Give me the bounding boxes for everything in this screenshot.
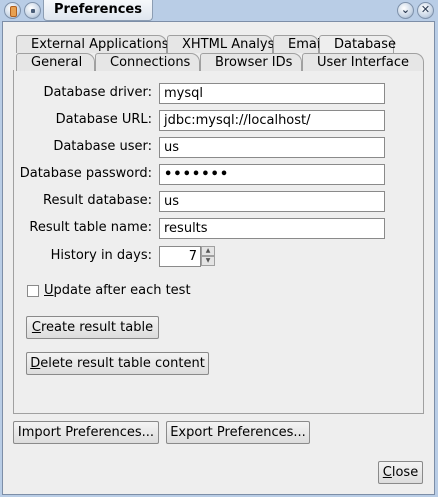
history-days-spinner-input[interactable]: 7 [159, 246, 201, 267]
tab-email[interactable]: Email [273, 35, 324, 53]
tab-general[interactable]: General [16, 53, 95, 71]
database-user-label: Database user: [53, 139, 152, 154]
window-title: Preferences [43, 0, 153, 21]
database-password-label: Database password: [19, 166, 152, 181]
spinner-up-button[interactable]: ▲ [201, 246, 215, 256]
delete-result-table-content-button[interactable]: Delete result table content [26, 352, 209, 375]
close-button[interactable]: Close [378, 461, 423, 484]
preferences-dialog: External Applications XHTML Analysis Ema… [2, 21, 435, 495]
spinner-down-button[interactable]: ▼ [201, 256, 215, 266]
database-driver-label: Database driver: [43, 85, 152, 100]
database-url-label: Database URL: [55, 112, 152, 127]
result-database-input[interactable]: us [159, 191, 385, 212]
result-table-name-label: Result table name: [29, 220, 152, 235]
window-menu-icon[interactable] [24, 2, 41, 19]
database-url-input[interactable]: jdbc:mysql://localhost/ [159, 110, 385, 131]
title-bar: Preferences ⌄ ✕ [0, 0, 438, 21]
result-table-name-input[interactable]: results [159, 218, 385, 239]
tab-browser-ids[interactable]: Browser IDs [200, 53, 302, 71]
export-preferences-button[interactable]: Export Preferences... [166, 421, 310, 444]
update-after-each-test-label[interactable]: Update after each test [44, 283, 191, 298]
history-in-days-label: History in days: [50, 248, 152, 263]
tab-connections[interactable]: Connections [95, 53, 200, 71]
close-icon: ✕ [420, 3, 431, 16]
update-after-each-test-checkbox[interactable] [27, 285, 39, 297]
database-password-input[interactable]: ••••••• [159, 164, 385, 185]
app-icon[interactable] [4, 2, 21, 19]
chevron-down-icon: ⌄ [400, 3, 411, 16]
tab-database[interactable]: Database [319, 35, 396, 53]
tab-external-applications[interactable]: External Applications [16, 35, 168, 53]
database-user-input[interactable]: us [159, 137, 385, 158]
create-result-table-button[interactable]: Create result table [26, 316, 159, 339]
import-preferences-button[interactable]: Import Preferences... [13, 421, 159, 444]
tab-xhtml-analysis[interactable]: XHTML Analysis [167, 35, 285, 53]
database-driver-input[interactable]: mysql [159, 83, 385, 104]
tab-user-interface[interactable]: User Interface [302, 53, 424, 71]
result-database-label: Result database: [43, 193, 152, 208]
